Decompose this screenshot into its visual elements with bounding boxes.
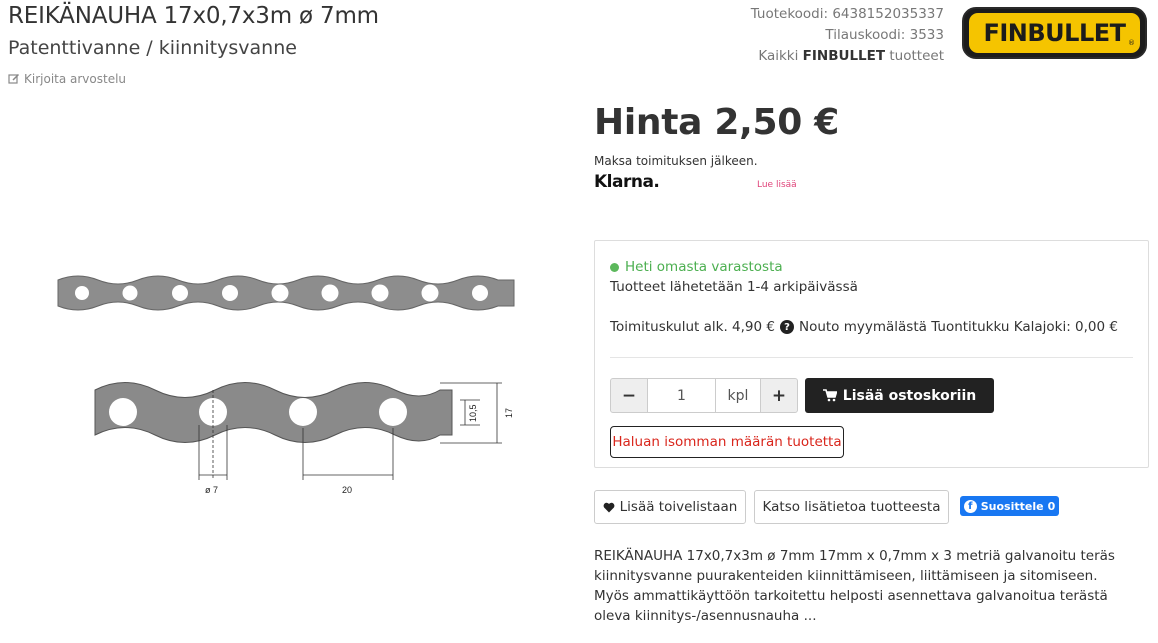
dim-height-inner-label: 10,5	[468, 404, 478, 422]
brand-products-link[interactable]: Kaikki FINBULLET tuotteet	[751, 46, 944, 67]
shipping-time: Tuotteet lähetetään 1-4 arkipäivässä	[610, 279, 858, 295]
facebook-recommend-label: Suosittele	[980, 499, 1044, 513]
pickup-text: Nouto myymälästä Tuontitukku Kalajoki: 0…	[798, 319, 1118, 335]
product-subtitle: Patenttivanne / kiinnitysvanne	[8, 37, 297, 59]
facebook-recommend-button[interactable]: f Suosittele 0	[960, 496, 1059, 516]
registered-mark: ®	[1128, 39, 1135, 47]
shipping-costs: Toimituskulut alk. 4,90 € ? Nouto myymäl…	[610, 319, 1118, 335]
product-codes: Tuotekoodi: 6438152035337 Tilauskoodi: 3…	[751, 4, 944, 67]
write-review-link[interactable]: Kirjoita arvostelu	[8, 72, 126, 86]
klarna-read-more-link[interactable]: Lue lisää	[757, 180, 797, 190]
perforated-strap-drawing: ø 7 20 10,5 17	[57, 275, 515, 495]
add-to-wishlist-button[interactable]: Lisää toivelistaan	[594, 490, 746, 524]
stock-panel: Heti omasta varastosta Tuotteet lähetetä…	[594, 240, 1149, 468]
dim-spacing-label: 20	[342, 485, 352, 495]
facebook-recommend-count: 0	[1047, 499, 1056, 513]
more-info-button[interactable]: Katso lisätietoa tuotteesta	[754, 490, 949, 524]
klarna-logo: Klarna.	[594, 172, 660, 192]
dim-diameter-label: ø 7	[205, 485, 218, 495]
add-to-cart-label: Lisää ostoskoriin	[842, 387, 977, 404]
quantity-input[interactable]	[648, 378, 715, 413]
order-code: Tilauskoodi: 3533	[825, 27, 944, 43]
edit-icon	[8, 73, 20, 84]
heart-icon	[603, 502, 615, 512]
quantity-stepper: − kpl +	[610, 378, 798, 413]
write-review-label: Kirjoita arvostelu	[24, 72, 127, 86]
quantity-increase-button[interactable]: +	[760, 378, 798, 413]
stock-status-text: Heti omasta varastosta	[625, 259, 783, 275]
bulk-quantity-request-button[interactable]: Haluan isomman määrän tuotetta	[610, 426, 844, 458]
divider	[610, 357, 1133, 358]
quantity-decrease-button[interactable]: −	[610, 378, 648, 413]
brand-logo[interactable]: FINBULLET ®	[962, 7, 1147, 59]
product-image[interactable]: ø 7 20 10,5 17	[40, 250, 540, 520]
wishlist-label: Lisää toivelistaan	[619, 499, 738, 515]
facebook-icon: f	[963, 499, 977, 513]
add-to-cart-button[interactable]: Lisää ostoskoriin	[805, 378, 994, 413]
product-title: REIKÄNAUHA 17x0,7x3m ø 7mm	[8, 3, 379, 29]
product-price: Hinta 2,50 €	[594, 102, 839, 143]
quantity-unit: kpl	[715, 378, 760, 413]
in-stock-dot-icon	[610, 262, 619, 272]
brand-logo-plate: FINBULLET	[969, 13, 1140, 53]
dim-height-outer-label: 17	[504, 408, 514, 418]
pay-after-delivery-text: Maksa toimituksen jälkeen.	[594, 154, 758, 168]
product-code: Tuotekoodi: 6438152035337	[750, 6, 944, 22]
shipping-cost-text: Toimituskulut alk. 4,90 €	[610, 319, 775, 335]
stock-status: Heti omasta varastosta	[610, 259, 783, 275]
cart-icon	[822, 389, 837, 402]
brand-suffix: tuotteet	[885, 48, 944, 64]
brand-name: FINBULLET	[802, 48, 886, 64]
product-description: REIKÄNAUHA 17x0,7x3m ø 7mm 17mm x 0,7mm …	[594, 548, 1115, 624]
brand-prefix: Kaikki	[758, 48, 803, 64]
brand-logo-text: FINBULLET	[983, 19, 1126, 47]
question-icon[interactable]: ?	[779, 320, 794, 334]
